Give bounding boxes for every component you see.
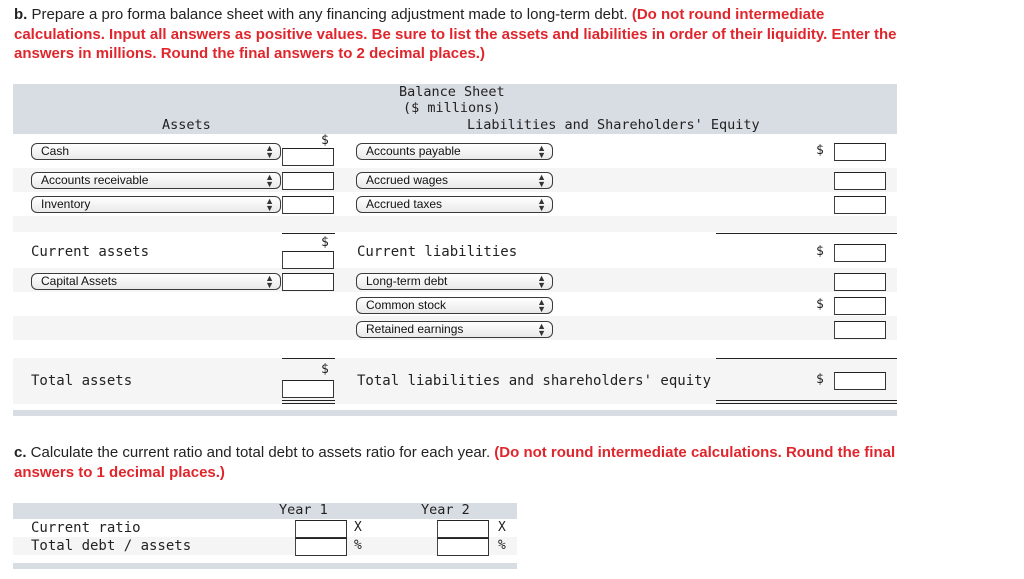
total-rule — [716, 358, 897, 359]
part-c-instructions: c. Calculate the current ratio and total… — [14, 443, 1014, 482]
total-assets-label: Total assets — [31, 373, 133, 389]
assets-header: Assets — [162, 117, 211, 133]
total-rule — [282, 358, 335, 359]
current-liabilities-label: Current liabilities — [357, 244, 518, 260]
part-c-note-2: answers to 1 decimal places.) — [14, 463, 225, 481]
ratio-unit: X — [354, 520, 362, 535]
long-term-input-2[interactable] — [834, 297, 886, 315]
part-b-note-3: answers in millions. Round the final ans… — [14, 45, 485, 62]
part-b-text: Prepare a pro forma balance sheet with a… — [27, 6, 632, 23]
double-rule-bottom — [716, 403, 897, 404]
debt-assets-year-1-input[interactable] — [295, 538, 347, 556]
select-arrows-icon: ▲ ▼ — [537, 143, 546, 160]
debt-assets-year-2-input[interactable] — [437, 538, 489, 556]
select-arrows-icon: ▲ ▼ — [537, 172, 546, 189]
asset-select-3[interactable]: Inventory ▲ ▼ — [31, 196, 281, 213]
row-stripe — [13, 216, 897, 232]
current-ratio-year-2-input[interactable] — [437, 520, 489, 538]
select-arrows-icon: ▲ ▼ — [537, 321, 546, 338]
ratios-col-year-1: Year 1 — [279, 502, 328, 518]
select-arrows-icon: ▲ ▼ — [265, 143, 274, 160]
subtotal-rule — [716, 233, 897, 234]
ratio-label: Total debt / assets — [31, 538, 192, 554]
ratio-label: Current ratio — [31, 520, 141, 536]
current-liabilities-input[interactable] — [834, 244, 886, 262]
capital-assets-select-value: Capital Assets — [41, 274, 118, 288]
asset-select-2-value: Accounts receivable — [41, 173, 149, 187]
asset-input-2[interactable] — [282, 172, 334, 190]
asset-select-2[interactable]: Accounts receivable ▲ ▼ — [31, 172, 281, 189]
asset-select-1-value: Cash — [41, 144, 70, 158]
capital-assets-select[interactable]: Capital Assets ▲ ▼ — [31, 273, 281, 290]
liability-input-3[interactable] — [834, 196, 886, 214]
ratio-unit: X — [498, 520, 506, 535]
double-rule-top — [282, 400, 335, 401]
long-term-select-3[interactable]: Retained earnings ▲ ▼ — [356, 321, 553, 338]
asset-dollar-sign: $ — [321, 133, 329, 148]
double-rule-bottom — [282, 403, 335, 404]
liability-dollar-sign: $ — [816, 143, 824, 158]
current-assets-input[interactable] — [282, 251, 334, 269]
current-assets-label: Current assets — [31, 244, 150, 260]
capital-assets-input[interactable] — [282, 273, 334, 291]
liability-select-2-value: Accrued wages — [366, 173, 449, 187]
balance-sheet-footer-band — [13, 410, 897, 416]
part-b-note-2: calculations. Input all answers as posit… — [14, 25, 897, 43]
long-term-select-3-value: Retained earnings — [366, 322, 464, 336]
part-b-lead: b. — [14, 6, 28, 23]
ratios-footer-band — [13, 563, 517, 569]
liability-select-3[interactable]: Accrued taxes ▲ ▼ — [356, 196, 553, 213]
subtotal-rule — [282, 233, 335, 234]
total-le-label: Total liabilities and shareholders' equi… — [357, 373, 712, 389]
select-arrows-icon: ▲ ▼ — [537, 273, 546, 290]
total-assets-dollar: $ — [321, 362, 329, 377]
balance-sheet-title: Balance Sheet — [399, 84, 505, 100]
balance-sheet-subtitle: ($ millions) — [403, 100, 501, 116]
long-term-input-3[interactable] — [834, 321, 886, 339]
asset-input-3[interactable] — [282, 196, 334, 214]
part-c-lead: c. — [14, 444, 27, 461]
ratio-unit: % — [498, 538, 506, 553]
current-ratio-year-1-input[interactable] — [295, 520, 347, 538]
long-term-select-1[interactable]: Long-term debt ▲ ▼ — [356, 273, 553, 290]
liability-input-2[interactable] — [834, 172, 886, 190]
part-b-instructions: b. Prepare a pro forma balance sheet wit… — [14, 5, 1014, 64]
long-term-select-1-value: Long-term debt — [366, 274, 448, 288]
long-term-select-2-value: Common stock — [366, 298, 447, 312]
liabilities-header: Liabilities and Shareholders' Equity — [467, 117, 760, 133]
current-assets-dollar: $ — [321, 235, 329, 250]
asset-input-1[interactable] — [282, 148, 334, 166]
part-c-text: Calculate the current ratio and total de… — [26, 444, 495, 461]
select-arrows-icon: ▲ ▼ — [537, 297, 546, 314]
ratio-unit: % — [354, 538, 362, 553]
asset-select-1[interactable]: Cash ▲ ▼ — [31, 143, 281, 160]
total-le-input[interactable] — [834, 372, 886, 390]
select-arrows-icon: ▲ ▼ — [265, 273, 274, 290]
select-arrows-icon: ▲ ▼ — [265, 196, 274, 213]
asset-select-3-value: Inventory — [41, 197, 91, 211]
part-b-note-1: (Do not round intermediate — [631, 6, 825, 23]
part-c-note-1: (Do not round intermediate calculations.… — [494, 444, 896, 461]
select-arrows-icon: ▲ ▼ — [537, 196, 546, 213]
liability-select-3-value: Accrued taxes — [366, 197, 443, 211]
equity-dollar-sign: $ — [816, 297, 824, 312]
liability-select-1-value: Accounts payable — [366, 144, 461, 158]
total-le-dollar: $ — [816, 372, 824, 387]
liability-select-2[interactable]: Accrued wages ▲ ▼ — [356, 172, 553, 189]
select-arrows-icon: ▲ ▼ — [265, 172, 274, 189]
current-liabilities-dollar: $ — [816, 244, 824, 259]
long-term-input-1[interactable] — [834, 273, 886, 291]
liability-select-1[interactable]: Accounts payable ▲ ▼ — [356, 143, 553, 160]
double-rule-top — [716, 400, 897, 401]
long-term-select-2[interactable]: Common stock ▲ ▼ — [356, 297, 553, 314]
liability-input-1[interactable] — [834, 143, 886, 161]
total-assets-input[interactable] — [282, 380, 334, 398]
ratios-col-year-2: Year 2 — [421, 502, 470, 518]
